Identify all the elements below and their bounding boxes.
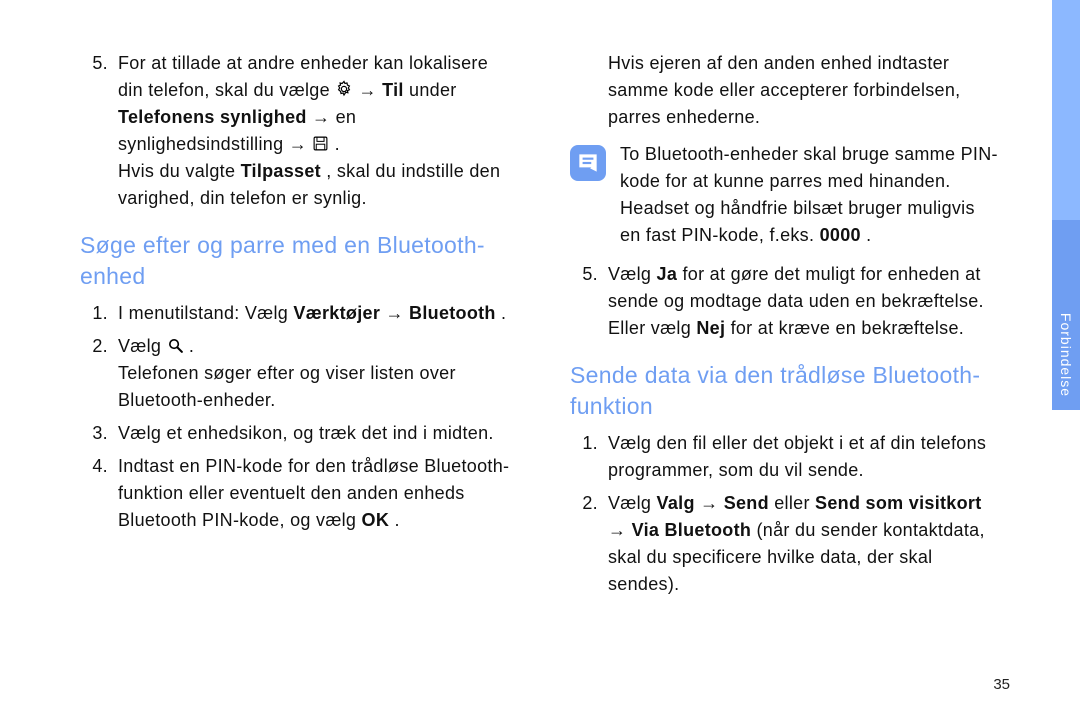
left-column: 5. For at tillade at andre enheder kan l… [80, 50, 510, 604]
text: . [394, 510, 399, 530]
step-text: Indtast en PIN-kode for den trådløse Blu… [118, 453, 510, 534]
bold-text: Via Bluetooth [632, 520, 752, 540]
bold-text: OK [362, 510, 390, 530]
text: under [409, 80, 457, 100]
text: Vælg [608, 493, 657, 513]
right-step-2: 2. Vælg Valg → Send eller Send som visit… [570, 490, 1000, 598]
step-number: 4. [80, 453, 118, 480]
right-column: Hvis ejeren af den anden enhed indtaster… [570, 50, 1000, 604]
columns: 5. For at tillade at andre enheder kan l… [80, 50, 1020, 604]
text: → [700, 493, 724, 513]
text: eller [774, 493, 815, 513]
text: Vælg [608, 264, 657, 284]
step-number: 2. [570, 490, 608, 517]
note-text: To Bluetooth-enheder skal bruge samme PI… [620, 141, 1000, 249]
page-number: 35 [993, 676, 1010, 693]
step-number: 5. [80, 50, 118, 77]
text: → [608, 520, 632, 540]
text: Indtast en PIN-kode for den trådløse Blu… [118, 456, 509, 530]
manual-page: Forbindelse 5. For at tillade at andre e… [0, 0, 1080, 721]
left-steps: 1. I menutilstand: Vælg Værktøjer → Blue… [80, 300, 510, 534]
step-number: 5. [570, 261, 608, 288]
right-step-5-list: 5. Vælg Ja for at gøre det muligt for en… [570, 261, 1000, 342]
step-text: For at tillade at andre enheder kan loka… [118, 50, 510, 212]
text: → [359, 80, 383, 100]
right-steps: 1. Vælg den fil eller det objekt i et af… [570, 430, 1000, 598]
bold-text: Valg [657, 493, 695, 513]
bold-text: Telefonens synlighed [118, 107, 307, 127]
save-disk-icon [312, 135, 329, 152]
right-step-1: 1. Vælg den fil eller det objekt i et af… [570, 430, 1000, 484]
left-step-2: 2. Vælg . Telefonen søger efter og viser… [80, 333, 510, 414]
bold-text: Værktøjer [293, 303, 380, 323]
bold-text: Nej [696, 318, 725, 338]
gear-icon [335, 80, 353, 98]
step-text: I menutilstand: Vælg Værktøjer → Bluetoo… [118, 300, 510, 327]
step-text: Vælg . Telefonen søger efter og viser li… [118, 333, 510, 414]
left-step-3: 3. Vælg et enhedsikon, og træk det ind i… [80, 420, 510, 447]
step-number: 1. [80, 300, 118, 327]
bold-text: Ja [657, 264, 678, 284]
step-text: Vælg den fil eller det objekt i et af di… [608, 430, 1000, 484]
step-text: Vælg Valg → Send eller Send som visitkor… [608, 490, 1000, 598]
bold-text: Til [382, 80, 404, 100]
text: . [335, 134, 340, 154]
bold-text: Bluetooth [409, 303, 496, 323]
text: Telefonen søger efter og viser listen ov… [118, 363, 456, 410]
text: . [866, 225, 871, 245]
magnifier-icon [167, 337, 184, 354]
left-step-5-list: 5. For at tillade at andre enheder kan l… [80, 50, 510, 212]
step-text: Vælg et enhedsikon, og træk det ind i mi… [118, 420, 510, 447]
step-number: 1. [570, 430, 608, 457]
section-side-label: Forbindelse [1052, 295, 1080, 415]
right-continuation: Hvis ejeren af den anden enhed indtaster… [608, 50, 1000, 131]
note-block: To Bluetooth-enheder skal bruge samme PI… [570, 141, 1000, 249]
left-step-4: 4. Indtast en PIN-kode for den trådløse … [80, 453, 510, 534]
bold-text: Send [724, 493, 769, 513]
note-info-icon [570, 145, 606, 181]
left-step-1: 1. I menutilstand: Vælg Værktøjer → Blue… [80, 300, 510, 327]
text: I menutilstand: Vælg [118, 303, 293, 323]
left-step-5: 5. For at tillade at andre enheder kan l… [80, 50, 510, 212]
section-side-label-text: Forbindelse [1058, 313, 1074, 397]
heading-send-data: Sende data via den trådløse Bluetooth-fu… [570, 360, 1000, 422]
text: To Bluetooth-enheder skal bruge samme PI… [620, 144, 998, 245]
text: → [385, 303, 409, 323]
text: Hvis du valgte [118, 161, 241, 181]
text: . [189, 336, 194, 356]
text: . [501, 303, 506, 323]
step-number: 2. [80, 333, 118, 360]
text: Vælg [118, 336, 167, 356]
bold-text: Tilpasset [241, 161, 321, 181]
step-text: Vælg Ja for at gøre det muligt for enhed… [608, 261, 1000, 342]
bold-text: 0000 [820, 225, 861, 245]
heading-search-pair: Søge efter og parre med en Bluetooth-enh… [80, 230, 510, 292]
text: for at kræve en bekræftelse. [731, 318, 965, 338]
bold-text: Send som visitkort [815, 493, 981, 513]
step-number: 3. [80, 420, 118, 447]
right-step-5: 5. Vælg Ja for at gøre det muligt for en… [570, 261, 1000, 342]
